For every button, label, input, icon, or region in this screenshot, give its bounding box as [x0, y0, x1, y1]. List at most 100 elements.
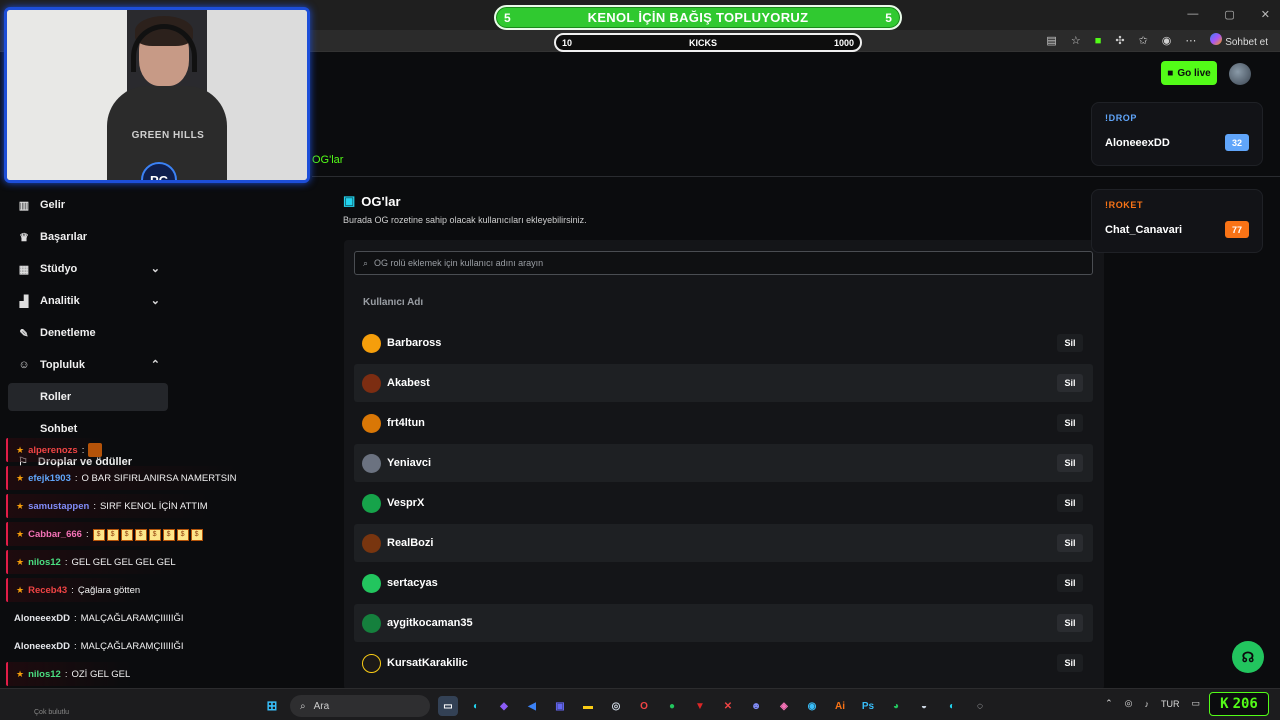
star-badge-icon: ★	[16, 668, 25, 679]
teams-icon[interactable]: ◆	[494, 696, 514, 716]
tab-ogs[interactable]: OG'lar	[312, 154, 343, 166]
delete-button[interactable]: Sil	[1057, 374, 1083, 392]
puzzle-icon[interactable]: ✣	[1115, 34, 1124, 47]
app-icon[interactable]: ◉	[802, 696, 822, 716]
kicks-progress-bar: 10 KICKS 1000	[554, 33, 862, 52]
star-badge-icon: ★	[16, 584, 25, 595]
mic-icon[interactable]: ♪	[1144, 699, 1149, 709]
delete-button[interactable]: Sil	[1057, 494, 1083, 512]
reader-icon[interactable]: ▤	[1046, 34, 1056, 47]
money-bag-icon: $	[162, 528, 175, 541]
extension-icon[interactable]: ■	[1095, 35, 1102, 47]
app-icon[interactable]: ◌	[970, 696, 990, 716]
drop-user: AloneeexDD	[1105, 137, 1170, 149]
app-icon[interactable]: ▣	[550, 696, 570, 716]
chat-message: ★ Receb43 : Çağlara götten	[6, 578, 141, 602]
sidebar-item-denetleme[interactable]: ✎ Denetleme	[8, 319, 168, 347]
go-live-button[interactable]: ■ Go live	[1161, 61, 1217, 85]
maximize-icon[interactable]: ▢	[1224, 8, 1234, 21]
chevron-down-icon[interactable]: ⌄	[151, 294, 160, 307]
table-row: Akabest Sil	[354, 364, 1093, 402]
table-row: VesprX Sil	[354, 484, 1093, 522]
copilot-label: Sohbet et	[1225, 37, 1268, 48]
sidebar-item-studyo[interactable]: ▦ Stüdyo ⌄	[8, 255, 168, 283]
delete-button[interactable]: Sil	[1057, 454, 1083, 472]
vscode-icon[interactable]: ◀	[522, 696, 542, 716]
chat-message: ★ efejk1903 : O BAR SIFIRLANIRSA NAMERTS…	[6, 466, 237, 490]
chat-text: O BAR SIFIRLANIRSA NAMERTSIN	[81, 472, 237, 484]
app-icon[interactable]: ◈	[774, 696, 794, 716]
username: frt4ltun	[387, 417, 425, 429]
chat-separator: :	[81, 444, 85, 456]
username: sertacyas	[387, 577, 438, 589]
delete-button[interactable]: Sil	[1057, 414, 1083, 432]
steam-icon[interactable]: ◒	[914, 696, 934, 716]
donation-goal-bar: 5 KENOL İÇİN BAĞIŞ TOPLUYORUZ 5	[494, 5, 902, 30]
chat-username: nilos12	[28, 556, 61, 568]
edge-app-icon[interactable]: ◐	[942, 696, 962, 716]
minimize-icon[interactable]: —	[1187, 8, 1198, 21]
chat-username: samustappen	[28, 500, 90, 512]
wrench-icon: ✎	[19, 327, 29, 340]
user-avatar[interactable]	[1229, 63, 1251, 85]
close-icon[interactable]: ✕	[1261, 8, 1270, 21]
support-button[interactable]: ☊	[1232, 641, 1264, 673]
sidebar-item-analitik[interactable]: ▟ Analitik ⌄	[8, 287, 168, 315]
search-icon: ⌕	[363, 257, 369, 268]
chevron-down-icon[interactable]: ⌄	[151, 262, 160, 275]
delete-button[interactable]: Sil	[1057, 654, 1083, 672]
sidebar-item-topluluk[interactable]: ☺ Topluluk ⌃	[8, 351, 168, 379]
table-row: Yeniavci Sil	[354, 444, 1093, 482]
money-bag-icon: $	[148, 528, 161, 541]
illustrator-icon[interactable]: Ai	[830, 696, 850, 716]
sidebar-item-label: Sohbet	[40, 423, 78, 435]
steam-tray-icon[interactable]: ◎	[1125, 698, 1133, 709]
delete-button[interactable]: Sil	[1057, 574, 1083, 592]
kick-count: 206	[1232, 696, 1258, 712]
page-title: ▣ OG'lar	[343, 193, 401, 209]
chat-message: ★ nilos12 : GEL GEL GEL GEL GEL	[6, 550, 176, 574]
profile-icon[interactable]: ◉	[1162, 34, 1172, 47]
table-row: frt4ltun Sil	[354, 404, 1093, 442]
edge-app-icon[interactable]: ◐	[466, 696, 486, 716]
discord-icon[interactable]: ☻	[746, 696, 766, 716]
weather-text: Çok bulutlu	[34, 709, 70, 716]
sidebar-item-label: Topluluk	[40, 359, 86, 371]
chevron-up-icon[interactable]: ⌃	[151, 358, 160, 371]
drop-label: !DROP	[1105, 113, 1137, 123]
language-indicator[interactable]: TUR	[1161, 699, 1180, 709]
chat-username: Cabbar_666	[28, 528, 82, 540]
sidebar-item-roller[interactable]: Roller	[8, 383, 168, 411]
studio-icon: ▦	[18, 263, 30, 276]
taskbar-apps: ⊞ ⌕ Ara ▭ ◐ ◆ ◀ ▣ ▬ ◎ O ● ▼ ✕ ☻ ◈ ◉ Ai P…	[262, 695, 990, 717]
sidebar-item-gelir[interactable]: ▥ Gelir	[8, 191, 168, 219]
system-tray: ⌃ ◎ ♪ TUR ▭	[1105, 698, 1200, 709]
chevron-up-icon[interactable]: ⌃	[1105, 698, 1113, 709]
spotify-icon[interactable]: ●	[662, 696, 682, 716]
copilot-chip[interactable]: Sohbet et	[1210, 33, 1268, 48]
sidebar-item-label: Stüdyo	[40, 263, 78, 275]
delete-button[interactable]: Sil	[1057, 534, 1083, 552]
photoshop-icon[interactable]: Ps	[858, 696, 878, 716]
steam-icon[interactable]: ◎	[606, 696, 626, 716]
sidebar-item-basarilar[interactable]: ♛ Başarılar	[8, 223, 168, 251]
favorite-icon[interactable]: ☆	[1071, 34, 1081, 47]
sidebar-item-label: Roller	[40, 391, 72, 403]
shirt-text: GREEN HILLS	[131, 130, 205, 141]
more-icon[interactable]: ⋯	[1185, 34, 1196, 47]
task-view-icon[interactable]: ▭	[438, 696, 458, 716]
app-icon[interactable]: ▼	[690, 696, 710, 716]
x-app-icon[interactable]: ✕	[718, 696, 738, 716]
star-badge-icon: ★	[16, 556, 25, 567]
search-input[interactable]: ⌕ OG rolü eklemek için kullanıcı adını a…	[354, 251, 1093, 275]
community-icon: ☺	[18, 359, 30, 371]
whatsapp-icon[interactable]: ◕	[886, 696, 906, 716]
delete-button[interactable]: Sil	[1057, 334, 1083, 352]
windows-start-icon[interactable]: ⊞	[262, 696, 282, 716]
monitor-icon[interactable]: ▭	[1191, 698, 1200, 709]
folder-icon[interactable]: ▬	[578, 696, 598, 716]
opera-icon[interactable]: O	[634, 696, 654, 716]
taskbar-search[interactable]: ⌕ Ara	[290, 695, 430, 717]
collections-icon[interactable]: ✩	[1139, 34, 1148, 47]
delete-button[interactable]: Sil	[1057, 614, 1083, 632]
